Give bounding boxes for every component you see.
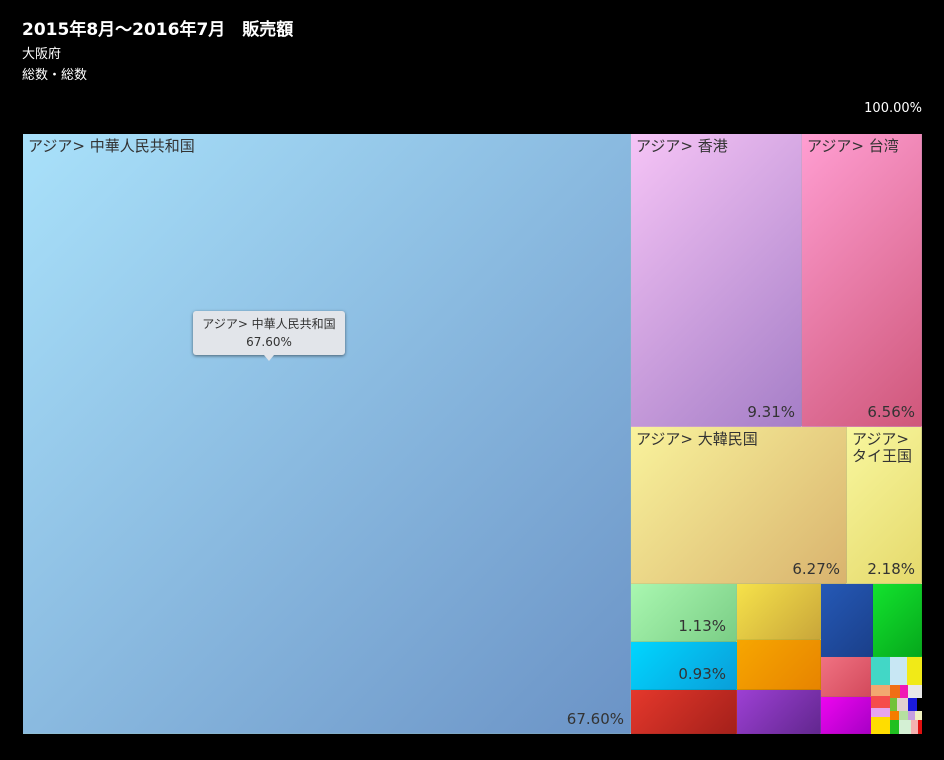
treemap-cell-small[interactable] [890, 657, 907, 685]
treemap-cell-small[interactable] [908, 685, 922, 698]
treemap-chart: アジア> 中華人民共和国 67.60% アジア> 香港 9.31% アジア> 台湾 6.5… [23, 134, 922, 734]
treemap-cell[interactable] [737, 584, 821, 640]
treemap-cell-small[interactable] [871, 708, 890, 717]
treemap-cell[interactable] [873, 584, 922, 657]
treemap-cell-small[interactable] [871, 717, 890, 734]
treemap-cell-value: 2.18% [867, 560, 915, 578]
chart-subtitle-region: 大阪府 [22, 47, 62, 62]
treemap-cell-small[interactable] [915, 711, 922, 720]
treemap-cell-small[interactable] [911, 720, 918, 734]
treemap-cell-value: 6.56% [867, 403, 915, 421]
treemap-cell[interactable]: 0.93% [631, 642, 737, 690]
treemap-cell-label: アジア> 大韓民国 [636, 430, 758, 448]
treemap-cell-value: 0.93% [678, 665, 726, 683]
treemap-cell-small[interactable] [899, 720, 911, 734]
tooltip-value: 67.60% [246, 335, 292, 349]
treemap-cell[interactable] [737, 690, 821, 734]
treemap-cell-value: 1.13% [678, 617, 726, 635]
treemap-cell[interactable] [631, 690, 737, 734]
chart-title: 2015年8月～2016年7月 販売額 [22, 20, 294, 40]
treemap-cell-small[interactable] [871, 685, 890, 696]
treemap-cell-value: 9.31% [747, 403, 795, 421]
treemap-cell-small[interactable] [908, 711, 915, 720]
treemap-cell-small[interactable] [871, 657, 890, 685]
tooltip-pointer [264, 355, 274, 361]
treemap-cell-small[interactable] [890, 720, 899, 734]
treemap-cell[interactable] [821, 697, 871, 734]
treemap-cell-small[interactable] [908, 698, 917, 711]
treemap-cell[interactable]: アジア> タイ王国 2.18% [847, 427, 922, 584]
chart-tooltip: アジア> 中華人民共和国 67.60% [193, 311, 345, 355]
treemap-cell-small[interactable] [918, 720, 922, 734]
treemap-cell[interactable]: アジア> 大韓民国 6.27% [631, 427, 847, 584]
treemap-cell-value: 6.27% [792, 560, 840, 578]
treemap-cell[interactable]: アジア> 中華人民共和国 67.60% [23, 134, 631, 734]
treemap-cell-small[interactable] [897, 698, 908, 711]
treemap-cell[interactable] [737, 640, 821, 690]
treemap-cell[interactable]: アジア> 香港 9.31% [631, 134, 802, 427]
treemap-cell-label: アジア> 香港 [636, 137, 728, 155]
treemap-cell-value: 67.60% [566, 710, 624, 728]
total-percentage: 100.00% [864, 101, 922, 116]
treemap-cell[interactable]: 1.13% [631, 584, 737, 642]
treemap-cell-small[interactable] [900, 685, 908, 698]
treemap-cell-small[interactable] [890, 685, 900, 698]
treemap-cell[interactable]: アジア> 台湾 6.56% [802, 134, 922, 427]
treemap-cell-label: アジア> 台湾 [807, 137, 899, 155]
treemap-cell[interactable] [821, 584, 873, 657]
treemap-cell-small[interactable] [890, 698, 897, 711]
treemap-cell-label: アジア> 中華人民共和国 [28, 137, 195, 155]
treemap-cell-small[interactable] [871, 696, 890, 708]
chart-subtitle-category: 総数・総数 [22, 68, 88, 83]
treemap-cell-label: アジア> タイ王国 [852, 430, 913, 465]
treemap-cell-small[interactable] [890, 711, 899, 720]
treemap-cell-small[interactable] [899, 711, 908, 720]
treemap-cell[interactable] [821, 657, 871, 697]
treemap-cell-small[interactable] [907, 657, 922, 685]
tooltip-label: アジア> 中華人民共和国 [202, 317, 336, 331]
